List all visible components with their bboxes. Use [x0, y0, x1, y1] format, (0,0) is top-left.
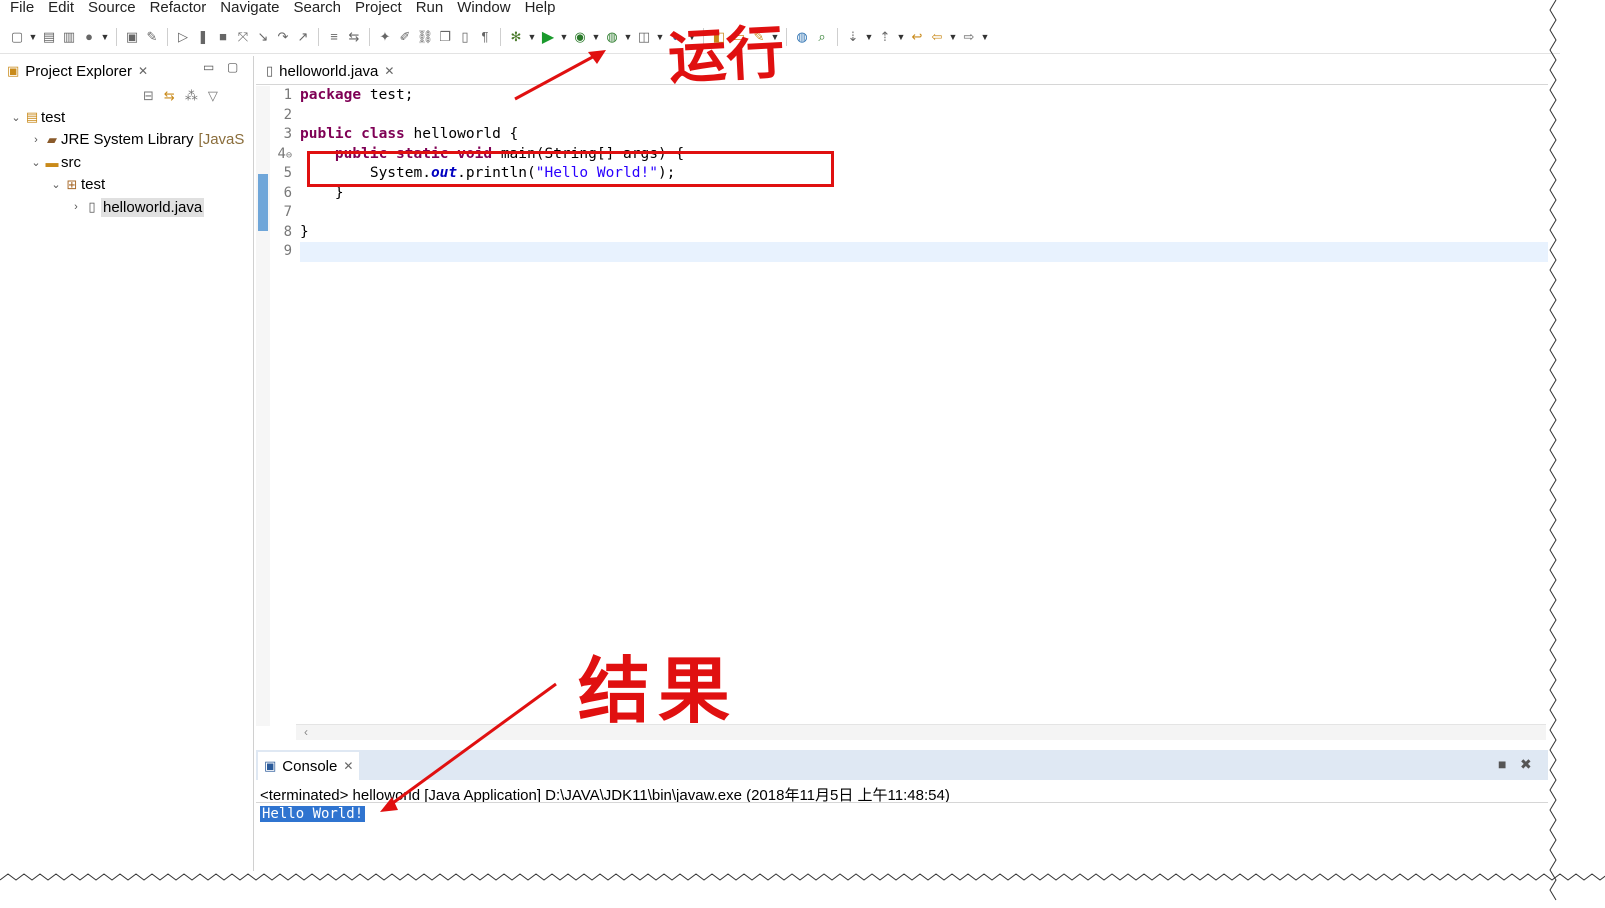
arrow-head-icon	[380, 797, 398, 812]
torn-edge-right	[1549, 0, 1557, 901]
arrow-to-run-icon	[514, 51, 601, 101]
arrow-to-output	[385, 682, 557, 810]
torn-edge-bottom	[0, 873, 1605, 881]
annotation-overlay	[0, 0, 1605, 901]
